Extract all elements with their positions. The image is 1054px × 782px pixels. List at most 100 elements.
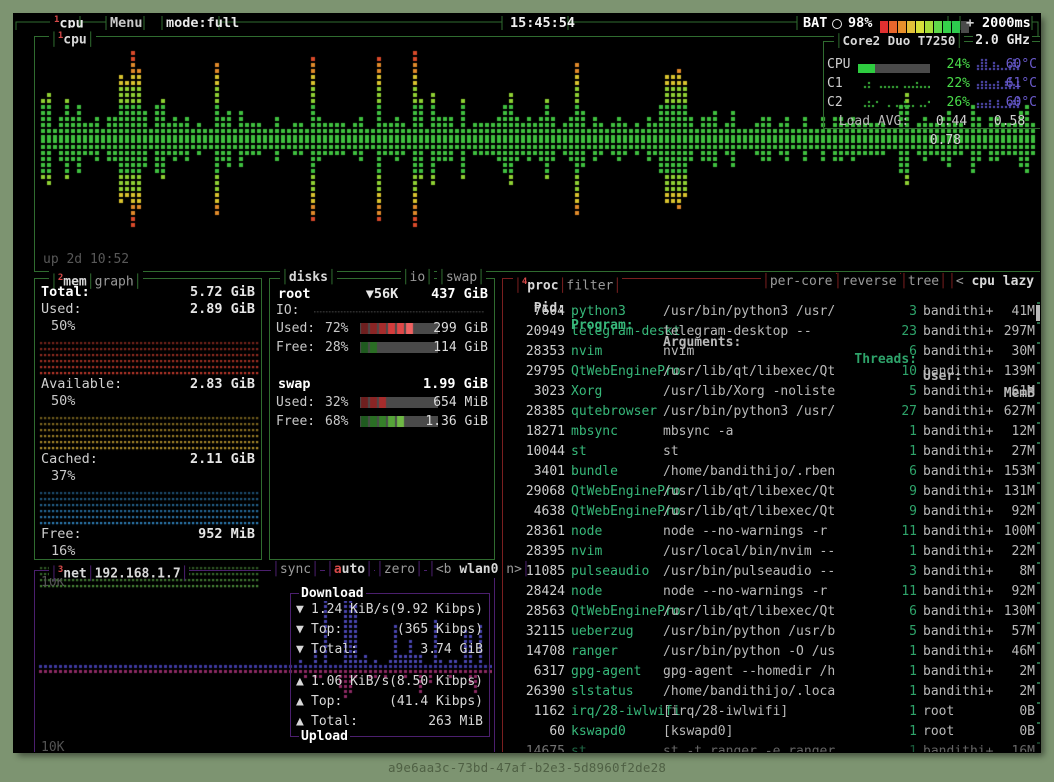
net-tab-zero[interactable]: │zero│ — [375, 562, 424, 578]
disks-swap-tab[interactable]: │swap│ — [437, 270, 486, 286]
cell-arguments: /home/bandithijo/.rben — [663, 462, 835, 482]
net-upload-rate: ▲ 1.06 KiB/s (8.50 Kibps) — [291, 672, 489, 692]
net-download-rate: ▼ 1.24 KiB/s (9.92 Kibps) — [291, 600, 489, 620]
update-plus-button[interactable]: + — [966, 15, 974, 31]
mode-indicator[interactable]: mode:full — [166, 15, 239, 31]
disks-io-tab[interactable]: │io│ — [401, 270, 434, 286]
cell-arguments: st — [663, 442, 679, 462]
cell-threads: 9 — [883, 502, 917, 522]
cpu-row-c1: C1 22% 61°C — [824, 74, 1040, 93]
cell-threads: 1 — [883, 662, 917, 682]
table-row[interactable]: 28353nvimnvim6bandithi+30M0.0 — [503, 342, 1040, 362]
table-row[interactable]: 28424nodenode --no-warnings -r11bandithi… — [503, 582, 1040, 602]
table-row[interactable]: 1162irq/28-iwlwifi[irq/28-iwlwifi]1root0… — [503, 702, 1040, 722]
table-row[interactable]: 20949telegram-deskttelegram-desktop --23… — [503, 322, 1040, 342]
uptime-label: up 2d 10:52 — [43, 252, 129, 267]
cpu-info-panel: │Core2 Duo T7250│ 2.0 GHz CPU 24% 60°C — [823, 41, 1040, 129]
cell-pid: 18271 — [507, 422, 565, 442]
cpu-row-c2: C2 26% 60°C — [824, 93, 1040, 112]
table-row[interactable]: 7604python3/usr/bin/python3 /usr/3bandit… — [503, 302, 1040, 322]
net-tab-auto[interactable]: │auto│ — [325, 562, 374, 578]
table-row[interactable]: 18271mbsyncmbsync -a1bandithi+12M0.3 — [503, 422, 1040, 442]
disk-root-free-bar — [360, 342, 438, 353]
cell-threads: 1 — [883, 722, 917, 742]
disks-box: │disks│ │io│ │swap│ root ▼56K 437 GiB — [269, 278, 495, 560]
mem-row-cached: Cached: 2.11 GiB — [35, 451, 261, 468]
table-row[interactable]: 3401bundle/home/bandithijo/.rben6bandith… — [503, 462, 1040, 482]
table-row[interactable]: 26390slstatus/home/bandithijo/.loca1band… — [503, 682, 1040, 702]
cpu-row-name: C2 — [827, 93, 843, 112]
disk-root-used: Used: 72% 299 GiB — [270, 319, 494, 338]
cell-arguments: /usr/lib/qt/libexec/Qt — [663, 602, 835, 622]
mem-used-graph — [39, 338, 257, 376]
cell-threads: 1 — [883, 442, 917, 462]
table-row[interactable]: 29795QtWebEnginePro/usr/lib/qt/libexec/Q… — [503, 362, 1040, 382]
cell-program: ranger — [571, 642, 618, 662]
cell-pid: 20949 — [507, 322, 565, 342]
mem-cached-graph — [39, 488, 257, 526]
disk-root-used-bar — [360, 323, 438, 334]
table-row[interactable]: 3023Xorg/usr/lib/Xorg -noliste5bandithi+… — [503, 382, 1040, 402]
table-row[interactable]: 32115ueberzug/usr/bin/python /usr/b5band… — [503, 622, 1040, 642]
download-arrow-icon: ▼ — [296, 600, 304, 620]
cell-arguments: /usr/lib/qt/libexec/Qt — [663, 362, 835, 382]
cell-arguments: [irq/28-iwlwifi] — [663, 702, 788, 722]
cell-user: bandithi+ — [923, 502, 993, 522]
cell-user: root — [923, 702, 954, 722]
table-row[interactable]: 28361nodenode --no-warnings -r11bandithi… — [503, 522, 1040, 542]
desktop: 1cpu Menu mode:full 15:45:54 BAT 98% + 2… — [0, 0, 1054, 782]
cell-mem: 27M — [993, 442, 1035, 462]
cell-threads: 23 — [883, 322, 917, 342]
table-row[interactable]: 4638QtWebEnginePro/usr/lib/qt/libexec/Qt… — [503, 502, 1040, 522]
cell-pid: 7604 — [507, 302, 565, 322]
cell-program: node — [571, 522, 602, 542]
scroll-down-arrow-icon[interactable]: ↓ — [1037, 746, 1040, 752]
cpu-row-percent: 24% — [936, 55, 970, 74]
cell-threads: 5 — [883, 382, 917, 402]
update-interval: 2000ms — [982, 15, 1031, 31]
process-list[interactable]: 7604python3/usr/bin/python3 /usr/3bandit… — [503, 302, 1040, 752]
update-minus-button[interactable]: - — [1038, 15, 1040, 31]
upload-arrow-icon: ▲ — [296, 712, 304, 732]
cell-program: Xorg — [571, 382, 602, 402]
table-row[interactable]: 28395nvim/usr/local/bin/nvim --1bandithi… — [503, 542, 1040, 562]
table-row[interactable]: 6317gpg-agentgpg-agent --homedir /h1band… — [503, 662, 1040, 682]
table-row[interactable]: 14708ranger/usr/bin/python -O /us1bandit… — [503, 642, 1040, 662]
net-upload-top: ▲ Top: (41.4 Kibps) — [291, 692, 489, 712]
cell-pid: 28424 — [507, 582, 565, 602]
net-ip-address: 192.168.1.7 — [95, 566, 181, 581]
mem-row-available: Available: 2.83 GiB — [35, 376, 261, 393]
table-row[interactable]: 28563QtWebEnginePro/usr/lib/qt/libexec/Q… — [503, 602, 1040, 622]
table-row[interactable]: 28385qutebrowser/usr/bin/python3 /usr/27… — [503, 402, 1040, 422]
table-row[interactable]: 14675stst -t ranger -e ranger1bandithi+1… — [503, 742, 1040, 752]
cell-arguments: node --no-warnings -r — [663, 582, 827, 602]
cell-mem: 297M — [993, 322, 1035, 342]
proc-scrollbar[interactable] — [1036, 305, 1040, 321]
cell-pid: 28361 — [507, 522, 565, 542]
cell-program: ueberzug — [571, 622, 634, 642]
net-box: 10K 10K │3net│192.168.1.7│ │sync│ │auto│… — [34, 570, 495, 752]
menu-button[interactable]: Menu — [110, 15, 143, 31]
cell-mem: 139M — [993, 362, 1035, 382]
download-arrow-icon: ▼ — [296, 620, 304, 640]
table-row[interactable]: 11085pulseaudio/usr/bin/pulseaudio --3ba… — [503, 562, 1040, 582]
table-row[interactable]: 10044stst1bandithi+27M0.5 — [503, 442, 1040, 462]
window-uuid-caption: a9e6aa3c-73bd-47af-b2e3-5d8960f2de28 — [0, 760, 1054, 775]
mem-box: │2mem│graph│ Total: 5.72 GiB Used: 2.89 … — [34, 278, 262, 560]
net-scale-bottom: 10K — [41, 740, 64, 752]
net-tab-sync[interactable]: │sync│ — [271, 562, 320, 578]
disk-io-graph — [314, 311, 486, 314]
cell-program: st — [571, 742, 587, 752]
cell-user: bandithi+ — [923, 422, 993, 442]
mem-used-percent: 50% — [35, 318, 261, 335]
table-row[interactable]: 29068QtWebEnginePro/usr/lib/qt/libexec/Q… — [503, 482, 1040, 502]
table-row[interactable]: 60kswapd0[kswapd0]1root0B0.0 — [503, 722, 1040, 742]
mem-row-total: Total: 5.72 GiB — [35, 284, 261, 301]
cell-user: bandithi+ — [923, 442, 993, 462]
cell-user: bandithi+ — [923, 522, 993, 542]
cell-threads: 1 — [883, 702, 917, 722]
cell-mem: 22M — [993, 542, 1035, 562]
terminal-window: 1cpu Menu mode:full 15:45:54 BAT 98% + 2… — [14, 14, 1040, 752]
cpu-c1-meter — [858, 79, 930, 88]
cell-user: bandithi+ — [923, 382, 993, 402]
